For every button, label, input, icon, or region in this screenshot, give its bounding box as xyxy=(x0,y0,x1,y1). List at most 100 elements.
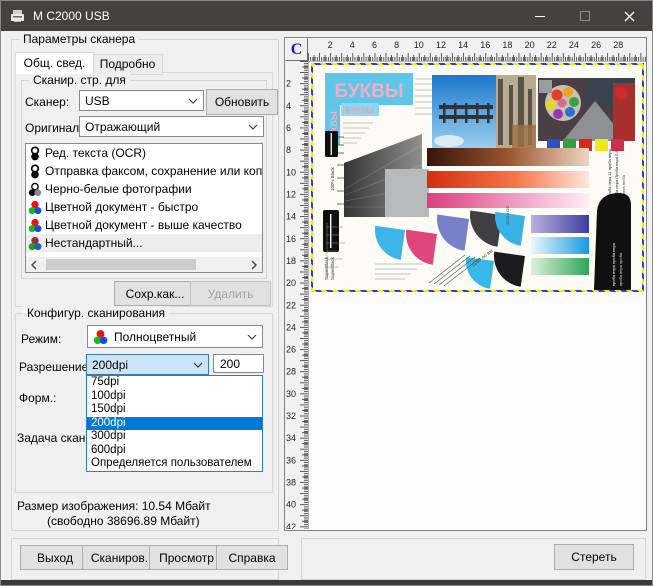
resolution-option-selected[interactable]: 200dpi xyxy=(87,416,262,430)
rgb-muted-circles-icon xyxy=(28,236,42,250)
maximize-button xyxy=(562,1,607,31)
tab-details-label: Подробно xyxy=(99,57,156,71)
svg-text:24: 24 xyxy=(286,322,296,332)
svg-text:22: 22 xyxy=(286,300,296,310)
svg-text:36: 36 xyxy=(286,455,296,465)
tab-details[interactable]: Подробно xyxy=(92,54,163,75)
svg-text:24: 24 xyxy=(569,40,579,50)
erase-button[interactable]: Стереть xyxy=(554,544,634,570)
svg-text:38: 38 xyxy=(286,478,296,488)
rgb-circles-icon xyxy=(93,329,108,344)
svg-text:проба пера проба пера: проба пера проба пера xyxy=(611,242,616,286)
resolution-option[interactable]: 600dpi xyxy=(87,444,262,458)
exit-button[interactable]: Выход xyxy=(20,545,90,570)
scan-task-item[interactable]: Черно-белые фотографии xyxy=(26,180,262,198)
resolution-select[interactable]: 200dpi xyxy=(86,354,209,375)
scan-task-label: Цветной документ - выше качество xyxy=(45,218,242,232)
scan-task-label: Ред. текста (OCR) xyxy=(45,146,147,160)
svg-text:40: 40 xyxy=(286,500,296,510)
scan-button[interactable]: Сканиров. xyxy=(82,545,157,570)
tab-general[interactable]: Общ. свед. xyxy=(15,52,94,74)
resolution-dropdown[interactable]: 75dpi 100dpi 150dpi 200dpi 300dpi 600dpi… xyxy=(86,375,263,472)
original-select[interactable]: Отражающий xyxy=(79,116,264,137)
scan-task-label: Цветной документ - быстро xyxy=(45,200,199,214)
scan-task-item[interactable]: Отправка факсом, сохранение или копирова… xyxy=(26,162,262,180)
svg-text:20: 20 xyxy=(286,278,296,288)
close-button[interactable] xyxy=(607,1,652,31)
scan-task-item[interactable]: Ред. текста (OCR) xyxy=(26,144,262,162)
preview-button[interactable]: Просмотр xyxy=(149,545,224,570)
scroll-left-arrow-icon[interactable] xyxy=(26,257,42,272)
resolution-option[interactable]: 75dpi xyxy=(87,376,262,390)
svg-text:10: 10 xyxy=(286,167,296,177)
scanner-select-value: USB xyxy=(85,93,110,108)
scan-for-group-label: Сканир. стр. для xyxy=(29,73,130,87)
svg-text:4: 4 xyxy=(286,101,291,111)
svg-text:22: 22 xyxy=(547,40,557,50)
rgb-circles-icon xyxy=(28,200,42,214)
svg-text:1200 и OD: 1200 и OD xyxy=(505,206,510,225)
image-size-text: Размер изображения: 10.54 Мбайт xyxy=(17,499,211,513)
format-label: Форм.: xyxy=(19,391,57,405)
resolution-select-value: 200dpi xyxy=(92,357,129,372)
svg-text:10: 10 xyxy=(414,40,424,50)
horizontal-ruler: 2 4 6 8 10 12 14 16 18 20 22 24 26 28 xyxy=(308,38,647,62)
scan-selection-marquee[interactable]: БУКВЫ БУКВЫ БУКВЫ 100% Black SuperBlack … xyxy=(311,63,644,292)
titlebar[interactable]: M C2000 USB xyxy=(1,1,652,31)
chevron-down-icon xyxy=(188,98,198,104)
tab-general-label: Общ. свед. xyxy=(23,56,86,70)
svg-text:26: 26 xyxy=(286,345,296,355)
scan-task-label-caption: Задача скан. xyxy=(17,431,89,445)
vertical-ruler: 2 4 6 8 10 12 14 16 18 20 22 24 26 28 30 32 34 36 38 40 42 xyxy=(285,61,309,532)
resolution-custom-value: 200 xyxy=(220,356,241,371)
svg-text:8: 8 xyxy=(394,40,399,50)
scroll-right-arrow-icon[interactable] xyxy=(246,257,262,272)
mode-select[interactable]: Полноцветный xyxy=(87,325,263,348)
scan-task-list[interactable]: Ред. текста (OCR) Отправка факсом, сохра… xyxy=(25,143,263,273)
chevron-down-icon xyxy=(247,334,257,340)
svg-text:БУКВЫ: БУКВЫ xyxy=(345,106,374,115)
svg-text:18: 18 xyxy=(286,256,296,266)
scanner-app-icon xyxy=(11,10,24,22)
save-as-button[interactable]: Сохр.как... xyxy=(114,281,196,306)
svg-text:32: 32 xyxy=(286,411,296,421)
resolution-custom-input[interactable]: 200 xyxy=(213,354,264,373)
refresh-button[interactable]: Обновить xyxy=(206,89,278,115)
chevron-down-icon xyxy=(193,362,203,368)
svg-text:12: 12 xyxy=(286,189,296,199)
svg-text:28: 28 xyxy=(286,367,296,377)
svg-text:6: 6 xyxy=(372,40,377,50)
svg-text:28: 28 xyxy=(613,40,623,50)
svg-text:42: 42 xyxy=(286,522,296,529)
svg-text:20: 20 xyxy=(525,40,535,50)
svg-text:6: 6 xyxy=(286,123,291,133)
horizontal-scrollbar[interactable] xyxy=(26,257,262,272)
minimize-icon xyxy=(534,15,545,17)
svg-text:18: 18 xyxy=(502,40,512,50)
free-space-text: (свободно 38696.89 Мбайт) xyxy=(47,514,200,528)
window-title: M C2000 USB xyxy=(33,9,110,23)
scan-bed-area[interactable]: БУКВЫ БУКВЫ БУКВЫ 100% Black SuperBlack … xyxy=(309,62,646,530)
svg-text:8: 8 xyxy=(286,145,291,155)
resolution-option[interactable]: 100dpi xyxy=(87,390,262,404)
original-label: Оригинал: xyxy=(25,121,83,135)
maximize-icon xyxy=(579,11,590,21)
resolution-option[interactable]: 150dpi xyxy=(87,403,262,417)
scan-task-item-selected[interactable]: Нестандартный... xyxy=(26,234,262,252)
svg-text:12: 12 xyxy=(436,40,446,50)
resolution-option[interactable]: 300dpi xyxy=(87,430,262,444)
scan-task-label: Нестандартный... xyxy=(45,236,143,250)
help-button[interactable]: Справка xyxy=(216,545,288,570)
scan-task-item[interactable]: Цветной документ - быстро xyxy=(26,198,262,216)
scan-task-label: Отправка факсом, сохранение или копирова… xyxy=(45,164,262,178)
preview-image[interactable]: БУКВЫ БУКВЫ БУКВЫ 100% Black SuperBlack … xyxy=(313,65,642,290)
scanner-select[interactable]: USB xyxy=(79,90,204,111)
scrollbar-thumb[interactable] xyxy=(46,259,196,270)
resolution-option[interactable]: Определяется пользователем xyxy=(87,457,262,471)
scan-task-item[interactable]: Цветной документ - выше качество xyxy=(26,216,262,234)
minimize-button[interactable] xyxy=(517,1,562,31)
scanner-params-group-label: Параметры сканера xyxy=(19,32,140,46)
svg-text:SuperBlack: SuperBlack xyxy=(324,256,329,280)
scan-task-label: Черно-белые фотографии xyxy=(45,182,192,196)
ruler-units-button[interactable]: C xyxy=(285,38,308,61)
